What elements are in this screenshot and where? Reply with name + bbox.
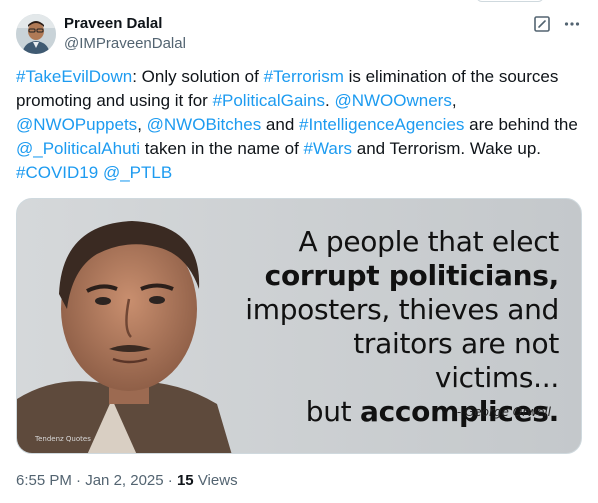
views-count: 15	[176, 472, 194, 489]
tweet-entity-link[interactable]: #PoliticalGains	[213, 91, 325, 110]
tweet-text-segment: are behind the	[464, 115, 578, 134]
quote-attribution: - George Orwell	[456, 405, 551, 419]
tweet-entity-link[interactable]: @_PTLB	[103, 163, 172, 182]
quote-line: traitors are not victims...	[353, 327, 559, 394]
tweet-media-image[interactable]: A people that elect corrupt politicians, i…	[16, 198, 582, 454]
tweet-entity-link[interactable]: #IntelligenceAgencies	[299, 115, 464, 134]
tweet-text-segment: ,	[451, 91, 457, 110]
tweet-header: Praveen Dalal @IMPraveenDalal	[16, 12, 582, 56]
tweet-date[interactable]: Jan 2, 2025	[85, 472, 163, 489]
more-icon[interactable]	[562, 14, 582, 34]
meta-separator: ·	[76, 472, 82, 489]
views-label: Views	[197, 472, 238, 489]
tweet-actions	[532, 14, 582, 34]
quote-line: A people that elect	[298, 225, 559, 258]
tweet-time[interactable]: 6:55 PM	[16, 472, 72, 489]
meta-separator-2: ·	[167, 472, 173, 489]
top-pill-button[interactable]	[476, 0, 544, 2]
quote-text: A people that elect corrupt politicians, i…	[229, 225, 559, 429]
edit-icon[interactable]	[532, 14, 552, 34]
tweet-text: #TakeEvilDown: Only solution of #Terrori…	[16, 65, 586, 185]
quote-line: imposters, thieves and	[245, 293, 559, 326]
tweet-entity-link[interactable]: #Wars	[304, 139, 353, 158]
handle[interactable]: @IMPraveenDalal	[64, 34, 186, 54]
avatar[interactable]	[16, 14, 56, 54]
quote-line: corrupt politicians,	[264, 259, 560, 292]
display-name[interactable]: Praveen Dalal	[64, 14, 186, 34]
tweet-text-segment: and	[261, 115, 300, 134]
tweet-entity-link[interactable]: #Terrorism	[264, 67, 344, 86]
tweet-entity-link[interactable]: @NWOOwners	[334, 91, 451, 110]
author-names: Praveen Dalal @IMPraveenDalal	[64, 14, 186, 54]
tweet-text-segment: taken in the name of	[140, 139, 304, 158]
tweet-entity-link[interactable]: #TakeEvilDown	[16, 67, 132, 86]
tweet-text-segment: ,	[137, 115, 147, 134]
tweet-entity-link[interactable]: #COVID19	[16, 163, 98, 182]
tweet-entity-link[interactable]: @NWOPuppets	[16, 115, 137, 134]
tweet-entity-link[interactable]: @NWOBitches	[147, 115, 262, 134]
tweet-text-segment: : Only solution of	[132, 67, 264, 86]
tweet-meta: 6:55 PM · Jan 2, 2025 · 15 Views	[16, 471, 238, 491]
image-watermark: Tendenz Quotes	[35, 435, 91, 443]
tweet-entity-link[interactable]: @_PoliticalAhuti	[16, 139, 140, 158]
tweet-text-segment: and Terrorism. Wake up.	[352, 139, 542, 158]
